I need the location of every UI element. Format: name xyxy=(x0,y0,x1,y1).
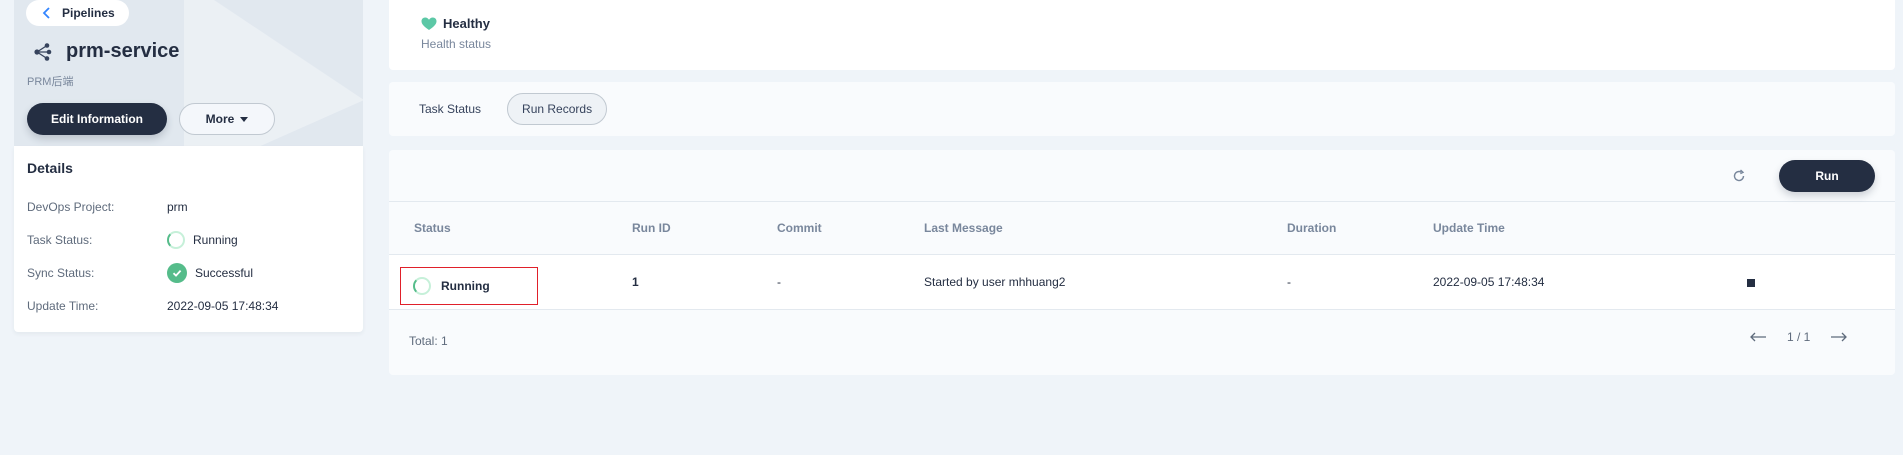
column-header-status[interactable]: Status xyxy=(414,221,451,235)
health-title: Healthy xyxy=(421,16,490,31)
tab-task-status[interactable]: Task Status xyxy=(405,93,495,125)
pipeline-description: PRM后端 xyxy=(27,76,74,88)
back-link-label: Pipelines xyxy=(62,6,115,20)
table-toolbar: Run xyxy=(389,150,1895,202)
table-row[interactable]: Running 1 - Started by user mhhuang2 - 2… xyxy=(389,254,1895,310)
column-header-run-id[interactable]: Run ID xyxy=(632,221,671,235)
running-spinner-icon xyxy=(413,277,431,295)
chevron-left-icon xyxy=(42,7,50,19)
detail-key: Update Time: xyxy=(27,299,99,313)
refresh-icon[interactable] xyxy=(1731,168,1747,184)
check-circle-icon xyxy=(167,263,187,283)
run-status: Running xyxy=(441,279,490,293)
table-header: Status Run ID Commit Last Message Durati… xyxy=(389,202,1895,254)
details-title: Details xyxy=(27,160,73,176)
column-header-commit[interactable]: Commit xyxy=(777,221,822,235)
pagination: 1 / 1 xyxy=(1749,330,1848,344)
pipeline-header-panel: Pipelines prm-service PRM后端 Edit Informa… xyxy=(14,0,363,146)
table-footer: Total: 1 1 / 1 xyxy=(389,310,1895,375)
sync-status-value: Successful xyxy=(195,266,254,280)
detail-key: Sync Status: xyxy=(27,266,95,280)
total-count: Total: 1 xyxy=(409,334,448,348)
detail-value: Running xyxy=(167,231,238,249)
health-subtitle: Health status xyxy=(421,37,492,51)
more-button-label: More xyxy=(205,112,235,126)
heart-icon xyxy=(421,17,437,30)
detail-row-update-time: Update Time: 2022-09-05 17:48:34 xyxy=(27,296,347,316)
detail-row-task-status: Task Status: Running xyxy=(27,230,347,250)
detail-row-sync-status: Sync Status: Successful xyxy=(27,263,347,283)
back-to-pipelines-link[interactable]: Pipelines xyxy=(26,0,129,26)
detail-value: prm xyxy=(167,200,188,214)
more-button[interactable]: More xyxy=(179,103,275,135)
duration: - xyxy=(1287,275,1291,289)
devops-project-value: prm xyxy=(167,200,188,214)
pipeline-name: prm-service xyxy=(66,40,180,62)
pipeline-icon xyxy=(34,42,52,61)
last-message: Started by user mhhuang2 xyxy=(924,275,1066,289)
update-time-value: 2022-09-05 17:48:34 xyxy=(167,299,279,313)
detail-key: DevOps Project: xyxy=(27,200,115,214)
update-time: 2022-09-05 17:48:34 xyxy=(1433,275,1545,289)
stop-icon[interactable] xyxy=(1747,279,1755,287)
detail-value: Successful xyxy=(167,263,253,283)
commit: - xyxy=(777,275,781,289)
detail-value: 2022-09-05 17:48:34 xyxy=(167,299,278,313)
pipeline-title-row: prm-service xyxy=(32,40,179,63)
run-records-card: Run Status Run ID Commit Last Message Du… xyxy=(389,150,1895,375)
column-header-update-time[interactable]: Update Time xyxy=(1433,221,1505,235)
tab-run-records[interactable]: Run Records xyxy=(507,93,608,125)
detail-key: Task Status: xyxy=(27,233,93,247)
run-id[interactable]: 1 xyxy=(632,275,639,289)
edit-information-button[interactable]: Edit Information xyxy=(27,103,167,135)
details-card: Details DevOps Project: prm Task Status:… xyxy=(14,146,363,332)
detail-row-devops-project: DevOps Project: prm xyxy=(27,197,347,217)
health-status-panel: Healthy Health status xyxy=(389,0,1895,70)
arrow-right-icon[interactable] xyxy=(1830,331,1848,343)
health-value: Healthy xyxy=(443,16,490,31)
column-header-duration[interactable]: Duration xyxy=(1287,221,1336,235)
tabs-bar: Task Status Run Records xyxy=(389,82,1895,136)
page-indicator: 1 / 1 xyxy=(1787,330,1811,344)
column-header-last-message[interactable]: Last Message xyxy=(924,221,1003,235)
run-button[interactable]: Run xyxy=(1779,160,1875,192)
arrow-left-icon[interactable] xyxy=(1749,331,1767,343)
task-status-value: Running xyxy=(193,233,238,247)
caret-down-icon xyxy=(240,116,249,122)
status-cell-highlighted[interactable]: Running xyxy=(400,267,538,305)
running-spinner-icon xyxy=(167,231,185,249)
